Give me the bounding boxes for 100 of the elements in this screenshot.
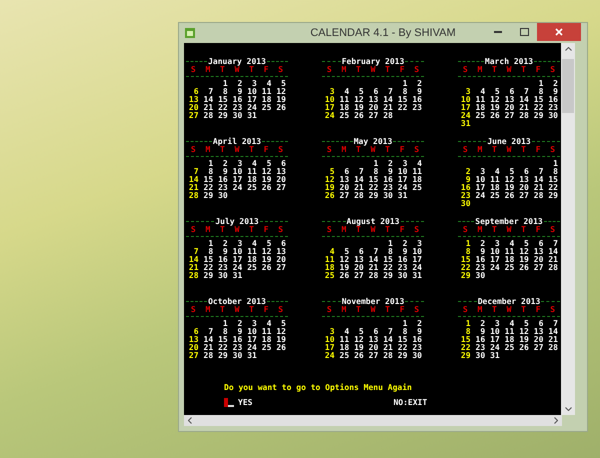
day-number: 26 — [275, 104, 287, 112]
day-number: 15 — [382, 256, 394, 264]
day-number: 1 — [222, 320, 229, 328]
day-number: 25 — [504, 344, 516, 352]
day-number: 30 — [474, 352, 486, 360]
day-number: 19 — [338, 264, 350, 272]
day-number: 19 — [353, 344, 365, 352]
close-icon — [555, 28, 563, 36]
horizontal-scrollbar[interactable] — [184, 415, 562, 426]
day-number: 9 — [236, 328, 244, 336]
day-number: 27 — [368, 352, 380, 360]
day-number: 12 — [518, 248, 530, 256]
weekday-label: T — [492, 226, 497, 234]
day-number: 7 — [552, 320, 559, 328]
day-number: 12 — [275, 328, 287, 336]
weekday-label: S — [190, 66, 197, 74]
day-number: 26 — [353, 352, 365, 360]
day-number: 2 — [552, 80, 559, 88]
day-number: 8 — [207, 168, 214, 176]
weekday-label: F — [398, 226, 406, 234]
day-number: 20 — [532, 256, 544, 264]
weekday-label: T — [248, 226, 255, 234]
weekday-label: S — [277, 306, 284, 314]
day-number: 8 — [222, 88, 229, 96]
day-number: 5 — [266, 160, 272, 168]
vertical-scrollbar[interactable] — [561, 43, 575, 415]
day-number: 21 — [188, 184, 200, 192]
weekday-label: T — [384, 306, 391, 314]
weekday-label: M — [204, 146, 212, 154]
day-number: 15 — [368, 176, 380, 184]
month-title: February 2013 — [340, 57, 406, 66]
day-number: 18 — [246, 256, 258, 264]
day-number: 29 — [547, 192, 559, 200]
day-number: 7 — [387, 88, 394, 96]
day-number: 7 — [207, 328, 214, 336]
day-number: 1 — [387, 240, 394, 248]
day-number: 25 — [411, 184, 423, 192]
day-number: 23 — [411, 344, 423, 352]
day-number: 27 — [518, 192, 530, 200]
day-number: 26 — [260, 184, 272, 192]
month-title: September 2013 — [474, 217, 544, 226]
day-number: 24 — [411, 264, 423, 272]
day-number: 27 — [188, 112, 200, 120]
day-number: 15 — [396, 96, 408, 104]
day-number: 5 — [280, 320, 287, 328]
weekday-label: T — [355, 306, 362, 314]
day-number: 10 — [489, 328, 501, 336]
day-number: 10 — [246, 88, 258, 96]
day-number: 23 — [382, 184, 394, 192]
day-number: 25 — [324, 272, 336, 280]
day-number: 2 — [464, 168, 472, 176]
day-number: 18 — [324, 264, 336, 272]
day-number: 11 — [260, 88, 272, 96]
day-number: 7 — [387, 328, 394, 336]
weekday-label: S — [413, 66, 420, 74]
weekday-label: F — [398, 146, 406, 154]
day-number: 28 — [532, 192, 544, 200]
day-number: 11 — [324, 256, 336, 264]
day-number: 19 — [504, 184, 516, 192]
day-number: 6 — [523, 168, 530, 176]
day-number: 18 — [338, 344, 350, 352]
day-number: 7 — [523, 88, 530, 96]
day-number: 22 — [368, 184, 380, 192]
day-number: 4 — [343, 88, 350, 96]
day-number: 2 — [416, 80, 423, 88]
day-number: 29 — [460, 272, 472, 280]
day-number: 12 — [338, 256, 350, 264]
day-number: 10 — [460, 96, 472, 104]
day-number: 12 — [504, 176, 516, 184]
close-button[interactable] — [537, 23, 581, 41]
day-number: 1 — [222, 80, 229, 88]
day-number: 21 — [547, 336, 559, 344]
weekday-label: T — [520, 226, 527, 234]
weekday-label: W — [506, 146, 512, 154]
day-number: 20 — [338, 184, 350, 192]
day-number: 9 — [416, 88, 423, 96]
day-number: 9 — [464, 176, 472, 184]
day-number: 25 — [504, 264, 516, 272]
day-number: 29 — [396, 352, 408, 360]
day-number: 18 — [504, 256, 516, 264]
day-number: 29 — [460, 352, 472, 360]
day-number: 6 — [508, 88, 516, 96]
weekday-label: M — [204, 226, 212, 234]
day-number: 22 — [217, 344, 229, 352]
day-number: 8 — [402, 328, 408, 336]
day-number: 19 — [324, 184, 336, 192]
day-number: 2 — [236, 80, 244, 88]
day-number: 13 — [504, 96, 516, 104]
day-number: 9 — [552, 88, 559, 96]
day-number: 6 — [538, 320, 544, 328]
weekday-label: F — [534, 306, 542, 314]
day-number: 16 — [411, 96, 423, 104]
day-number: 19 — [260, 176, 272, 184]
month-title: December 2013 — [476, 297, 542, 306]
day-number: 31 — [489, 352, 501, 360]
weekday-label: M — [340, 66, 346, 74]
scrollbar-thumb[interactable] — [562, 59, 574, 113]
day-number: 2 — [402, 240, 408, 248]
day-number: 30 — [232, 112, 244, 120]
day-number: 25 — [338, 352, 350, 360]
